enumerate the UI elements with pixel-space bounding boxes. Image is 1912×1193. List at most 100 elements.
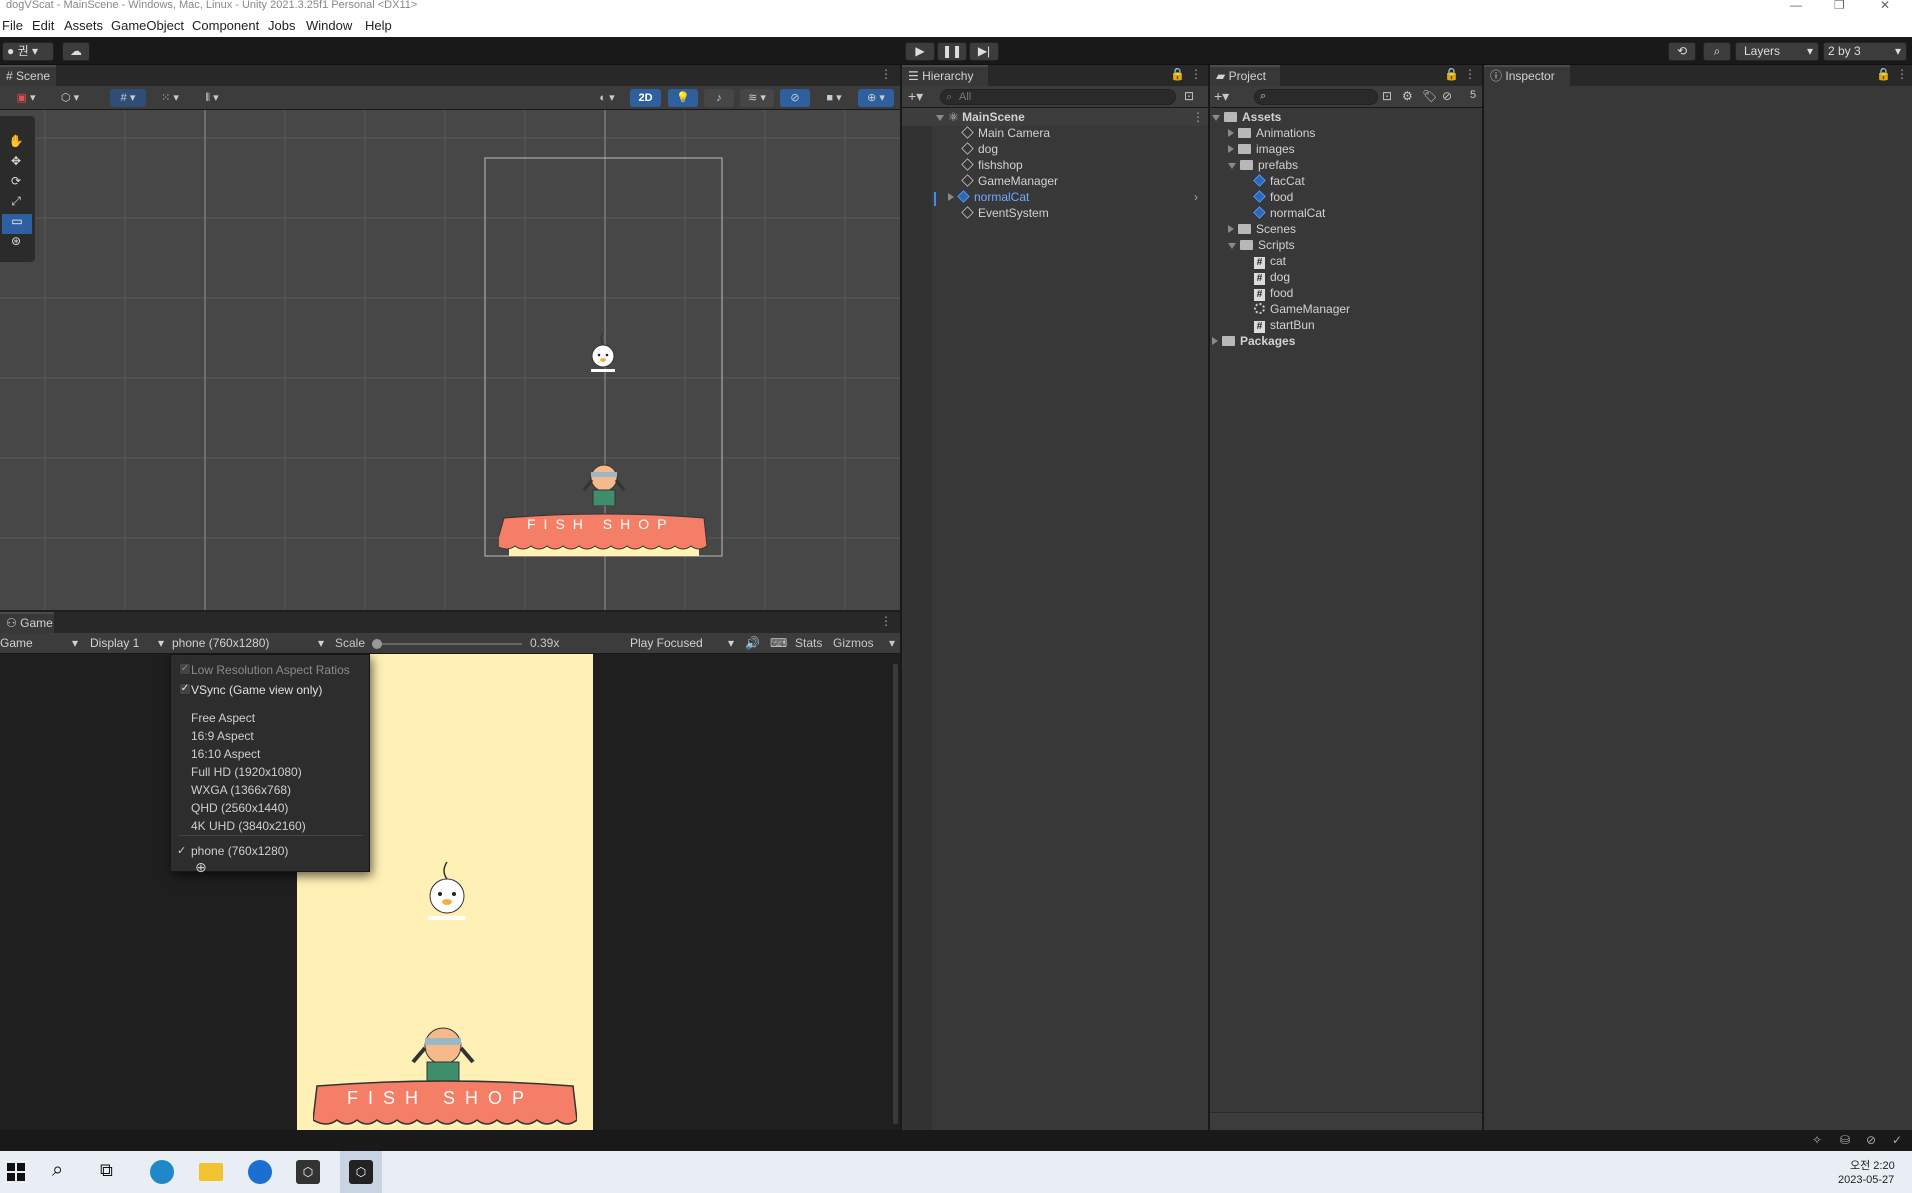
rotate-tool-icon[interactable]: ⟳ (4, 174, 28, 194)
low-res-checkbox[interactable]: ✓ (179, 663, 191, 675)
hand-tool-icon[interactable]: ✋ (4, 134, 28, 154)
project-folder-images[interactable]: images (1228, 142, 1295, 156)
unity-editor-taskbar-button[interactable]: ⬡ (340, 1151, 382, 1193)
play-focused-dropdown[interactable]: Play Focused ▾ (630, 636, 736, 650)
mute-audio-icon[interactable]: 🔊 (745, 636, 760, 650)
account-dropdown[interactable]: ● 권 ▾ (2, 42, 54, 61)
move-tool-icon[interactable]: ✥ (4, 154, 28, 174)
project-assets-row[interactable]: Assets (1212, 110, 1281, 124)
align-dropdown[interactable]: ⫴ ▾ (196, 89, 228, 107)
tab-hierarchy[interactable]: ☰ Hierarchy (902, 65, 988, 86)
search-scene-icon[interactable]: ⊡ (1184, 89, 1194, 103)
inspector-more-icon[interactable]: ⋮ (1896, 67, 1908, 81)
app-icon[interactable] (248, 1160, 272, 1184)
low-res-option[interactable]: Low Resolution Aspect Ratios (191, 663, 350, 677)
project-script-gamemanager[interactable]: GameManager (1254, 302, 1350, 316)
expand-arrow-icon[interactable] (1228, 243, 1236, 249)
project-folder-animations[interactable]: Animations (1228, 126, 1315, 140)
search-type-icon[interactable]: ⊡ (1382, 89, 1392, 103)
menu-file[interactable]: File (2, 18, 23, 33)
lighting-toggle[interactable]: 💡 (668, 89, 698, 107)
hierarchy-search-input[interactable]: ⌕ All (940, 89, 1176, 105)
menu-edit[interactable]: Edit (32, 18, 54, 33)
tab-scene[interactable]: # Scene (0, 65, 56, 86)
res-option-full-hd[interactable]: Full HD (1920x1080) (191, 765, 302, 779)
project-more-icon[interactable]: ⋮ (1464, 67, 1476, 81)
undo-history-button[interactable]: ⟲ (1668, 42, 1696, 61)
snap-increment-dropdown[interactable]: ⁙ ▾ (152, 89, 188, 107)
scene-more-icon[interactable]: ⋮ (1192, 110, 1204, 124)
play-button[interactable]: ▶ (905, 42, 935, 61)
hidden-packages-icon[interactable]: ⊘ (1442, 89, 1452, 103)
layers-dropdown[interactable]: Layers ▾ (1735, 42, 1819, 61)
project-prefab-food[interactable]: food (1253, 190, 1293, 204)
res-option-4k[interactable]: 4K UHD (3840x2160) (191, 819, 306, 833)
project-script-food[interactable]: # food (1254, 286, 1293, 301)
game-viewport[interactable]: FISH SHOP (0, 654, 900, 1130)
expand-arrow-icon[interactable] (936, 115, 944, 121)
res-option-16-9[interactable]: 16:9 Aspect (191, 729, 254, 743)
expand-arrow-icon[interactable] (948, 193, 954, 201)
unity-hub-icon[interactable]: ⬡ (296, 1160, 320, 1184)
minimize-button[interactable]: — (1790, 0, 1802, 11)
add-resolution-icon[interactable]: ⊕ (195, 859, 207, 876)
display-dropdown[interactable]: Display 1 ▾ (90, 636, 166, 650)
progress-check-icon[interactable]: ✓ (1892, 1133, 1902, 1147)
expand-arrow-icon[interactable] (1212, 115, 1220, 121)
rect-tool-icon[interactable]: ▭ (2, 214, 32, 234)
lock-icon[interactable]: 🔒 (1876, 67, 1891, 81)
expand-arrow-icon[interactable] (1228, 225, 1234, 233)
game-more-icon[interactable]: ⋮ (880, 614, 892, 628)
hierarchy-item-eventsystem[interactable]: EventSystem (961, 206, 1049, 220)
project-prefab-faccat[interactable]: facCat (1253, 174, 1305, 188)
edge-browser-icon[interactable] (150, 1160, 174, 1184)
tab-game[interactable]: ⚇ Game (0, 612, 54, 633)
menu-component[interactable]: Component (192, 18, 259, 33)
scale-slider-track[interactable] (372, 639, 522, 649)
expand-arrow-icon[interactable] (1228, 163, 1236, 169)
res-option-qhd[interactable]: QHD (2560x1440) (191, 801, 288, 815)
project-folder-scripts[interactable]: Scripts (1228, 238, 1295, 252)
project-search-input[interactable]: ⌕ (1254, 89, 1378, 105)
project-script-cat[interactable]: # cat (1254, 254, 1286, 269)
project-folder-prefabs[interactable]: prefabs (1228, 158, 1298, 172)
project-script-dog[interactable]: # dog (1254, 270, 1290, 285)
mode-2d-toggle[interactable]: 2D (630, 89, 661, 107)
scene-normalcat-sprite[interactable] (588, 332, 618, 372)
menu-jobs[interactable]: Jobs (268, 18, 295, 33)
menu-gameobject[interactable]: GameObject (111, 18, 184, 33)
maximize-button[interactable]: ❐ (1834, 0, 1845, 11)
hierarchy-item-normalcat[interactable]: normalCat (948, 190, 1029, 204)
windows-start-icon[interactable] (6, 1162, 26, 1182)
project-folder-scenes[interactable]: Scenes (1228, 222, 1296, 236)
scale-tool-icon[interactable]: ⤢ (4, 194, 28, 214)
menu-assets[interactable]: Assets (64, 18, 103, 33)
stats-button[interactable]: Stats (795, 636, 822, 650)
add-object-button[interactable]: +▾ (908, 88, 923, 105)
render-mode-dropdown[interactable]: ⬡ ▾ (52, 89, 88, 107)
resolution-dropdown[interactable]: phone (760x1280) ▾ (172, 636, 326, 650)
chevron-right-icon[interactable]: › (1194, 190, 1198, 204)
search-button[interactable]: ⌕ (1703, 42, 1731, 61)
gizmos-dropdown[interactable]: ⊕ ▾ (858, 89, 894, 107)
keyboard-shortcuts-icon[interactable]: ⌨ (770, 636, 787, 650)
project-packages-row[interactable]: Packages (1212, 334, 1295, 348)
menu-help[interactable]: Help (365, 18, 392, 33)
tab-inspector[interactable]: ⓘ Inspector (1484, 65, 1570, 86)
draw-mode-dropdown[interactable]: ▣ ▾ (8, 89, 44, 107)
lock-icon[interactable]: 🔒 (1444, 67, 1459, 81)
network-icon[interactable]: ⊘ (1866, 1133, 1876, 1147)
pause-button[interactable]: ❚❚ (937, 42, 967, 61)
step-button[interactable]: ▶| (969, 42, 999, 61)
hierarchy-item-fishshop[interactable]: fishshop (961, 158, 1023, 172)
lock-icon[interactable]: 🔒 (1170, 67, 1185, 81)
expand-arrow-icon[interactable] (1212, 337, 1218, 345)
scene-viewport[interactable]: FISH SHOP ✋ ✥ ⟳ ⤢ ▭ ⊛ (0, 110, 900, 610)
res-option-free-aspect[interactable]: Free Aspect (191, 711, 255, 725)
task-view-icon[interactable]: ⧉ (100, 1160, 113, 1181)
auto-generate-icon[interactable]: ✧ (1812, 1133, 1822, 1147)
shading-dropdown[interactable]: ◐ ▾ (590, 89, 624, 107)
camera-dropdown[interactable]: ■ ▾ (816, 89, 852, 107)
res-option-wxga[interactable]: WXGA (1366x768) (191, 783, 291, 797)
cloud-button[interactable]: ☁ (62, 42, 90, 61)
